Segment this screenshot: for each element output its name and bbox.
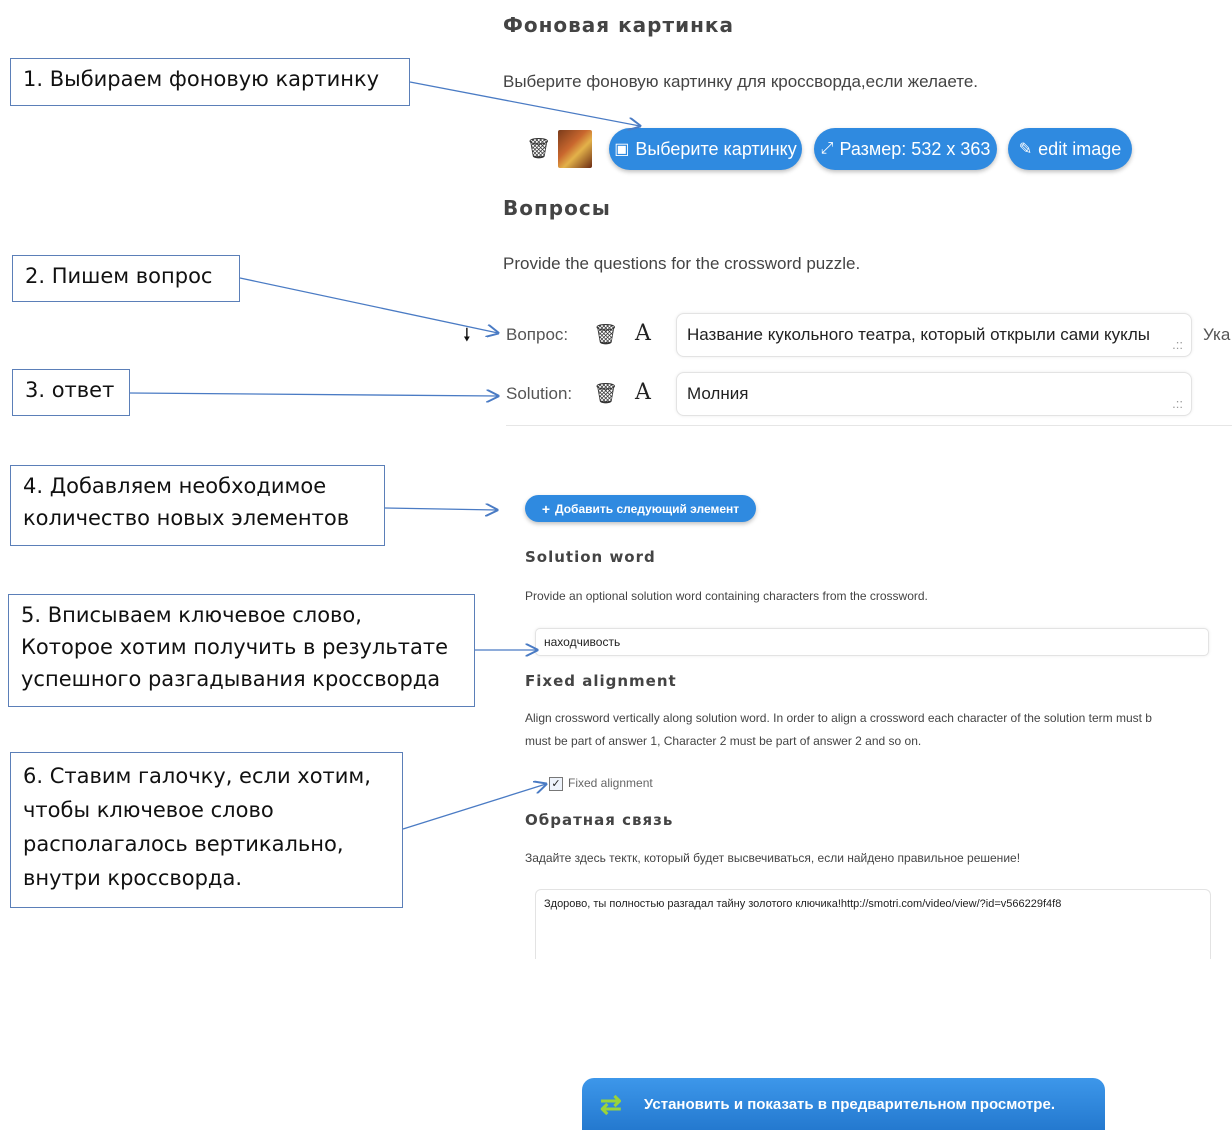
callout-arrows [129, 81, 1232, 830]
arrow-3 [129, 393, 498, 396]
arrow-2 [239, 277, 498, 333]
arrow-4 [384, 508, 497, 510]
arrow-1 [409, 81, 640, 126]
arrow-6 [402, 784, 546, 830]
